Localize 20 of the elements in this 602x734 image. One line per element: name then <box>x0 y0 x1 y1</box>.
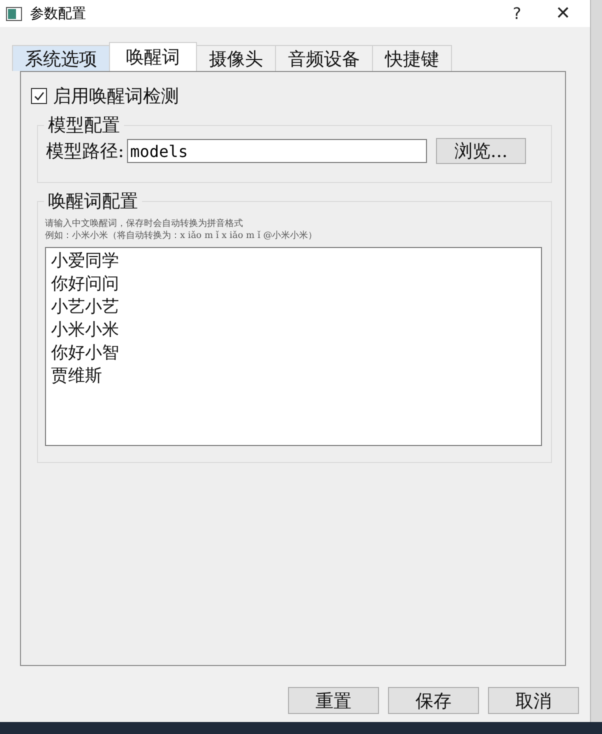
path-field[interactable]: models <box>127 139 428 163</box>
checkbox-label: 启用唤醒词检测 <box>53 85 179 108</box>
app-icon <box>6 6 22 20</box>
wake-word-field[interactable]: 小爱同学 你好问问 小艺小艺 小米小米 你好小智 贾维斯 <box>45 247 542 446</box>
browse-button[interactable]: 浏览... <box>436 138 526 164</box>
close-button[interactable]: ✕ <box>540 0 586 27</box>
tab[interactable]: 音频设备 <box>275 45 373 71</box>
dialog-button[interactable]: 保存 <box>388 687 479 714</box>
checkbox[interactable] <box>31 88 47 104</box>
tab[interactable]: 系统选项 <box>12 45 110 71</box>
hint-text: 例如：小米小米（将自动转换为：x iǎo m ǐ x iǎo m ǐ @小米小米） <box>45 230 318 242</box>
check-icon <box>33 90 45 102</box>
help-button[interactable]: ? <box>494 0 540 27</box>
dialog-button[interactable]: 重置 <box>288 687 379 714</box>
dialog-button[interactable]: 取消 <box>488 687 579 714</box>
tab[interactable]: 唤醒词 <box>109 42 197 71</box>
tab[interactable]: 快捷键 <box>372 45 452 71</box>
window-title: 参数配置 <box>30 4 86 22</box>
path-label: 模型路径: <box>46 140 124 163</box>
hint-text: 请输入中文唤醒词，保存时会自动转换为拼音格式 <box>45 218 244 230</box>
